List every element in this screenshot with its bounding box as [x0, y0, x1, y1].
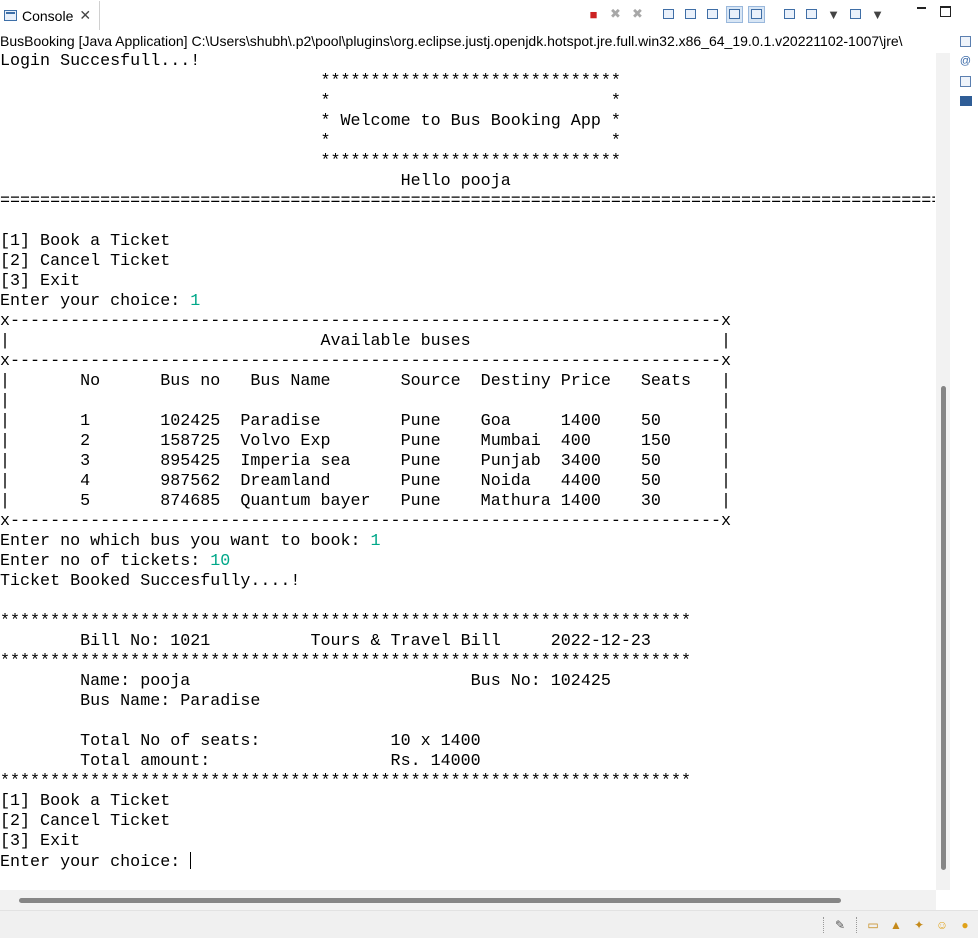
- maximize-icon[interactable]: [938, 4, 952, 18]
- console-line: [2] Cancel Ticket: [0, 812, 171, 831]
- console-line: | 3 895425 Imperia sea Pune Punjab 3400 …: [0, 452, 732, 471]
- console-line: x---------------------------------------…: [0, 512, 732, 531]
- horizontal-scrollbar[interactable]: [0, 890, 936, 910]
- declaration-icon[interactable]: [959, 74, 973, 88]
- vertical-scroll-thumb[interactable]: [941, 386, 946, 870]
- console-line: x---------------------------------------…: [0, 352, 732, 371]
- javadoc-icon[interactable]: @: [959, 54, 973, 68]
- console-line: Bus Name: Paradise: [0, 692, 261, 711]
- display-console-icon[interactable]: [803, 6, 820, 23]
- close-icon[interactable]: ✕: [79, 7, 91, 24]
- smiley-icon[interactable]: ☺: [935, 918, 949, 932]
- console-small-icon[interactable]: [959, 94, 973, 108]
- clear-console-icon[interactable]: [660, 6, 677, 23]
- console-line: Ticket Booked Succesfully....!: [0, 572, 301, 591]
- book-icon[interactable]: ▭: [866, 918, 880, 932]
- tab-console-label: Console: [22, 7, 74, 24]
- text-caret[interactable]: [190, 852, 192, 869]
- console-line: | No Bus no Bus Name Source Destiny Pric…: [0, 372, 732, 391]
- horizontal-scroll-thumb[interactable]: [19, 898, 841, 903]
- console-line: [1] Book a Ticket: [0, 792, 171, 811]
- scroll-lock-icon[interactable]: [682, 6, 699, 23]
- chevron-down-icon[interactable]: ▼: [869, 6, 886, 23]
- view-window-controls: [914, 4, 952, 18]
- console-line: [3] Exit: [0, 272, 81, 291]
- console-line: [1] Book a Ticket: [0, 232, 171, 251]
- console-line: | 2 158725 Volvo Exp Pune Mumbai 400 150…: [0, 432, 732, 451]
- console-text[interactable]: Login Succesfull...! *******************…: [0, 52, 935, 873]
- console-line: Hello pooja: [0, 172, 511, 191]
- console-line: * *: [0, 92, 621, 111]
- console-line: [3] Exit: [0, 832, 81, 851]
- vertical-scrollbar[interactable]: [936, 53, 950, 890]
- word-wrap-icon[interactable]: [704, 6, 721, 23]
- status-icons: ✎ ▭ ▲ ✦ ☺ ●: [823, 917, 972, 933]
- status-separator: [856, 917, 857, 933]
- console-line: Name: pooja Bus No: 102425: [0, 672, 611, 691]
- console-view-icon[interactable]: [959, 34, 973, 48]
- console-line: Enter your choice:: [0, 292, 191, 311]
- user-input: 1: [370, 532, 381, 551]
- console-line: Bill No: 1021 Tours & Travel Bill 2022-1…: [0, 632, 651, 651]
- minimize-icon[interactable]: [914, 4, 928, 18]
- console-line: Total amount: Rs. 14000: [0, 752, 481, 771]
- console-line: ****************************************…: [0, 612, 691, 631]
- console-line: ========================================…: [0, 192, 935, 211]
- console-line: | 5 874685 Quantum bayer Pune Mathura 14…: [0, 492, 732, 511]
- lightbulb-icon[interactable]: ●: [958, 918, 972, 932]
- remove-all-terminated-icon[interactable]: ✖: [629, 6, 646, 23]
- console-line: ****************************************…: [0, 652, 691, 671]
- launch-description: BusBooking [Java Application] C:\Users\s…: [0, 33, 903, 49]
- status-separator: [823, 917, 824, 933]
- remove-launch-icon[interactable]: ✖: [607, 6, 624, 23]
- console-tab-icon: [4, 10, 17, 21]
- console-line: | 1 102425 Paradise Pune Goa 1400 50 |: [0, 412, 732, 431]
- chevron-down-icon[interactable]: ▼: [825, 6, 842, 23]
- console-line: [2] Cancel Ticket: [0, 252, 171, 271]
- console-line: Enter no of tickets:: [0, 552, 211, 571]
- console-line: ****************************************…: [0, 772, 691, 791]
- console-line: Enter no which bus you want to book:: [0, 532, 371, 551]
- user-input: 1: [190, 292, 201, 311]
- show-on-stderr-icon[interactable]: [748, 5, 765, 23]
- terminate-icon[interactable]: ■: [585, 6, 602, 23]
- console-view-header: Console ✕ ■ ✖ ✖ ▼ ▼: [0, 0, 978, 30]
- console-line: * Welcome to Bus Booking App *: [0, 112, 621, 131]
- user-input: 10: [210, 552, 231, 571]
- console-toolbar: ■ ✖ ✖ ▼ ▼: [585, 4, 886, 24]
- console-line: * *: [0, 132, 621, 151]
- console-line: | Available buses |: [0, 332, 732, 351]
- console-line: Login Succesfull...!: [0, 52, 201, 71]
- status-bar: ✎ ▭ ▲ ✦ ☺ ●: [0, 910, 978, 938]
- open-declaration-icon[interactable]: ✎: [833, 918, 847, 932]
- wand-icon[interactable]: ✦: [912, 918, 926, 932]
- console-line: | |: [0, 392, 732, 411]
- console-line: ******************************: [0, 72, 621, 91]
- console-line: Total No of seats: 10 x 1400: [0, 732, 481, 751]
- tab-console[interactable]: Console ✕: [0, 1, 100, 30]
- show-on-stdout-icon[interactable]: [726, 5, 743, 23]
- graduation-cap-icon[interactable]: ▲: [889, 918, 903, 932]
- console-line: ******************************: [0, 152, 621, 171]
- pin-console-icon[interactable]: [781, 6, 798, 23]
- console-line: Enter your choice:: [0, 853, 191, 872]
- console-line: | 4 987562 Dreamland Pune Noida 4400 50 …: [0, 472, 732, 491]
- right-trim-stack: @: [953, 30, 978, 120]
- console-output[interactable]: Login Succesfull...! *******************…: [0, 52, 935, 890]
- console-line: x---------------------------------------…: [0, 312, 732, 331]
- new-console-icon[interactable]: [847, 6, 864, 23]
